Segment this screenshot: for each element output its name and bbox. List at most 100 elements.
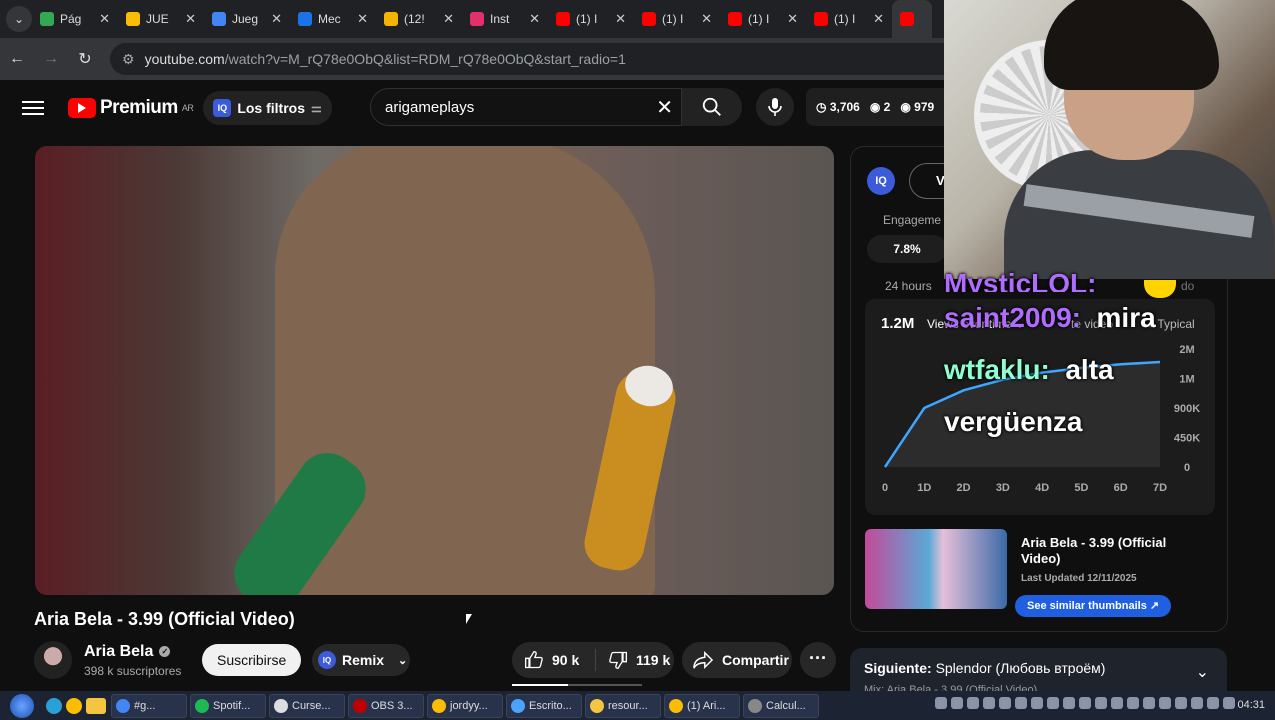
clear-icon[interactable]: ✕ <box>656 95 673 120</box>
tray-icon[interactable] <box>1095 697 1107 709</box>
close-tab-icon[interactable]: ✕ <box>701 11 712 27</box>
taskbar-item-label: Curse... <box>292 699 331 712</box>
site-settings-icon[interactable]: ⚙ <box>122 51 135 68</box>
taskbar-app-icon <box>748 698 762 713</box>
forward-icon[interactable]: → <box>34 50 68 68</box>
period-selector[interactable]: 24 hours <box>885 279 932 293</box>
tab-favicon-icon <box>470 12 484 26</box>
close-tab-icon[interactable]: ✕ <box>271 11 282 27</box>
see-similar-thumbnails-button[interactable]: See similar thumbnails ↗ <box>1015 595 1172 617</box>
tray-icon[interactable] <box>951 697 963 709</box>
close-tab-icon[interactable]: ✕ <box>443 11 454 27</box>
chrome-icon[interactable] <box>66 697 82 714</box>
chat-message: vergüenza <box>944 406 1083 437</box>
browser-tab[interactable]: Pág ✕ <box>32 0 118 38</box>
tray-icon[interactable] <box>1111 697 1123 709</box>
browser-tab[interactable]: Jueg ✕ <box>204 0 290 38</box>
sliders-icon: ⚌ <box>311 101 322 115</box>
reload-icon[interactable]: ↻ <box>68 49 102 69</box>
search-button[interactable] <box>682 88 742 126</box>
taskbar-item[interactable]: Curse... <box>269 693 345 718</box>
browser-tab[interactable]: (12! ✕ <box>376 0 462 38</box>
channel-name[interactable]: Aria Bela <box>84 643 153 661</box>
video-player[interactable] <box>35 146 834 595</box>
taskbar-item[interactable]: OBS 3... <box>348 693 424 718</box>
chevron-down-icon[interactable]: ⌄ <box>1196 662 1209 682</box>
y-tick-label: 1M <box>1179 374 1194 386</box>
tray-icon[interactable] <box>1143 697 1155 709</box>
taskbar-item[interactable]: Calcul... <box>743 693 819 718</box>
close-tab-icon[interactable]: ✕ <box>615 11 626 27</box>
close-tab-icon[interactable]: ✕ <box>185 11 196 27</box>
engagement-value: 7.8% <box>867 235 947 263</box>
remix-button[interactable]: IQ Remix ⌄ <box>312 644 410 676</box>
browser-tab[interactable]: (1) I ✕ <box>634 0 720 38</box>
tab-title: (1) I <box>576 12 598 26</box>
taskbar-clock[interactable]: 04:31 <box>1237 699 1265 711</box>
tray-icon[interactable] <box>1127 697 1139 709</box>
tab-favicon-icon <box>298 12 312 26</box>
taskbar-item[interactable]: resour... <box>585 693 661 718</box>
close-tab-icon[interactable]: ✕ <box>99 11 110 27</box>
share-button[interactable]: Compartir <box>682 642 792 678</box>
taskbar-item[interactable]: (1) Ari... <box>664 693 740 718</box>
thumbnail-card: Aria Bela - 3.99 (Official Video) Last U… <box>865 529 1215 619</box>
tray-icon[interactable] <box>1207 697 1219 709</box>
tray-icon[interactable] <box>1159 697 1171 709</box>
close-tab-icon[interactable]: ✕ <box>873 11 884 27</box>
filters-button[interactable]: IQ Los filtros ⚌ <box>203 91 332 125</box>
close-tab-icon[interactable]: ✕ <box>357 11 368 27</box>
start-button[interactable] <box>0 691 44 720</box>
tray-icon[interactable] <box>1191 697 1203 709</box>
tray-icon[interactable] <box>1063 697 1075 709</box>
tray-icon[interactable] <box>935 697 947 709</box>
tab-list-chevron-icon[interactable]: ⌄ <box>6 6 32 32</box>
tab-title: (12! <box>404 12 425 26</box>
x-tick-label: 6D <box>1114 482 1128 494</box>
like-button[interactable]: 90 k <box>512 649 596 671</box>
like-dislike-group: 90 k 119 k <box>512 642 674 678</box>
menu-icon[interactable] <box>22 101 44 115</box>
taskbar-item[interactable]: Spotif... <box>190 693 266 718</box>
browser-tab[interactable]: Mec ✕ <box>290 0 376 38</box>
taskbar-app-icon <box>274 698 288 713</box>
taskbar-item[interactable]: #g... <box>111 693 187 718</box>
browser-tab[interactable]: (1) I ✕ <box>806 0 892 38</box>
tray-icon[interactable] <box>1223 697 1235 709</box>
windows-start-icon <box>10 693 34 718</box>
y-tick-label: 0 <box>1184 462 1190 474</box>
tray-icon[interactable] <box>999 697 1011 709</box>
address-bar[interactable]: ⚙ youtube.com/watch?v=M_rQ78e0ObQ&list=R… <box>110 43 1010 75</box>
edge-icon[interactable] <box>46 697 62 714</box>
tray-icon[interactable] <box>1015 697 1027 709</box>
taskbar-item[interactable]: jordyy... <box>427 693 503 718</box>
tray-icon[interactable] <box>983 697 995 709</box>
taskbar-app-icon <box>669 698 683 713</box>
youtube-logo[interactable]: Premium AR <box>68 97 194 119</box>
browser-tab[interactable]: Inst ✕ <box>462 0 548 38</box>
like-count: 90 k <box>552 652 580 668</box>
explorer-icon[interactable] <box>86 697 106 714</box>
browser-tab[interactable]: (1) I ✕ <box>548 0 634 38</box>
browser-tab[interactable]: JUE ✕ <box>118 0 204 38</box>
taskbar-item[interactable]: Escrito... <box>506 693 582 718</box>
channel-avatar[interactable] <box>34 641 72 679</box>
search-input[interactable]: arigameplays ✕ <box>370 88 682 126</box>
thumbs-down-icon <box>609 651 627 670</box>
close-tab-icon[interactable]: ✕ <box>529 11 540 27</box>
subscribe-button[interactable]: Suscribirse <box>202 644 302 676</box>
tray-icon[interactable] <box>1047 697 1059 709</box>
video-thumbnail[interactable] <box>865 529 1007 609</box>
tab-title: Inst <box>490 12 510 26</box>
tray-icon[interactable] <box>1079 697 1091 709</box>
dislike-button[interactable]: 119 k <box>596 650 670 670</box>
tray-icon[interactable] <box>1031 697 1043 709</box>
more-actions-icon[interactable]: ··· <box>800 642 836 678</box>
tab-active[interactable] <box>892 0 932 38</box>
voice-search-button[interactable] <box>756 88 794 126</box>
tray-icon[interactable] <box>1175 697 1187 709</box>
back-icon[interactable]: ← <box>0 50 34 68</box>
browser-tab[interactable]: (1) I ✕ <box>720 0 806 38</box>
tray-icon[interactable] <box>967 697 979 709</box>
close-tab-icon[interactable]: ✕ <box>787 11 798 27</box>
